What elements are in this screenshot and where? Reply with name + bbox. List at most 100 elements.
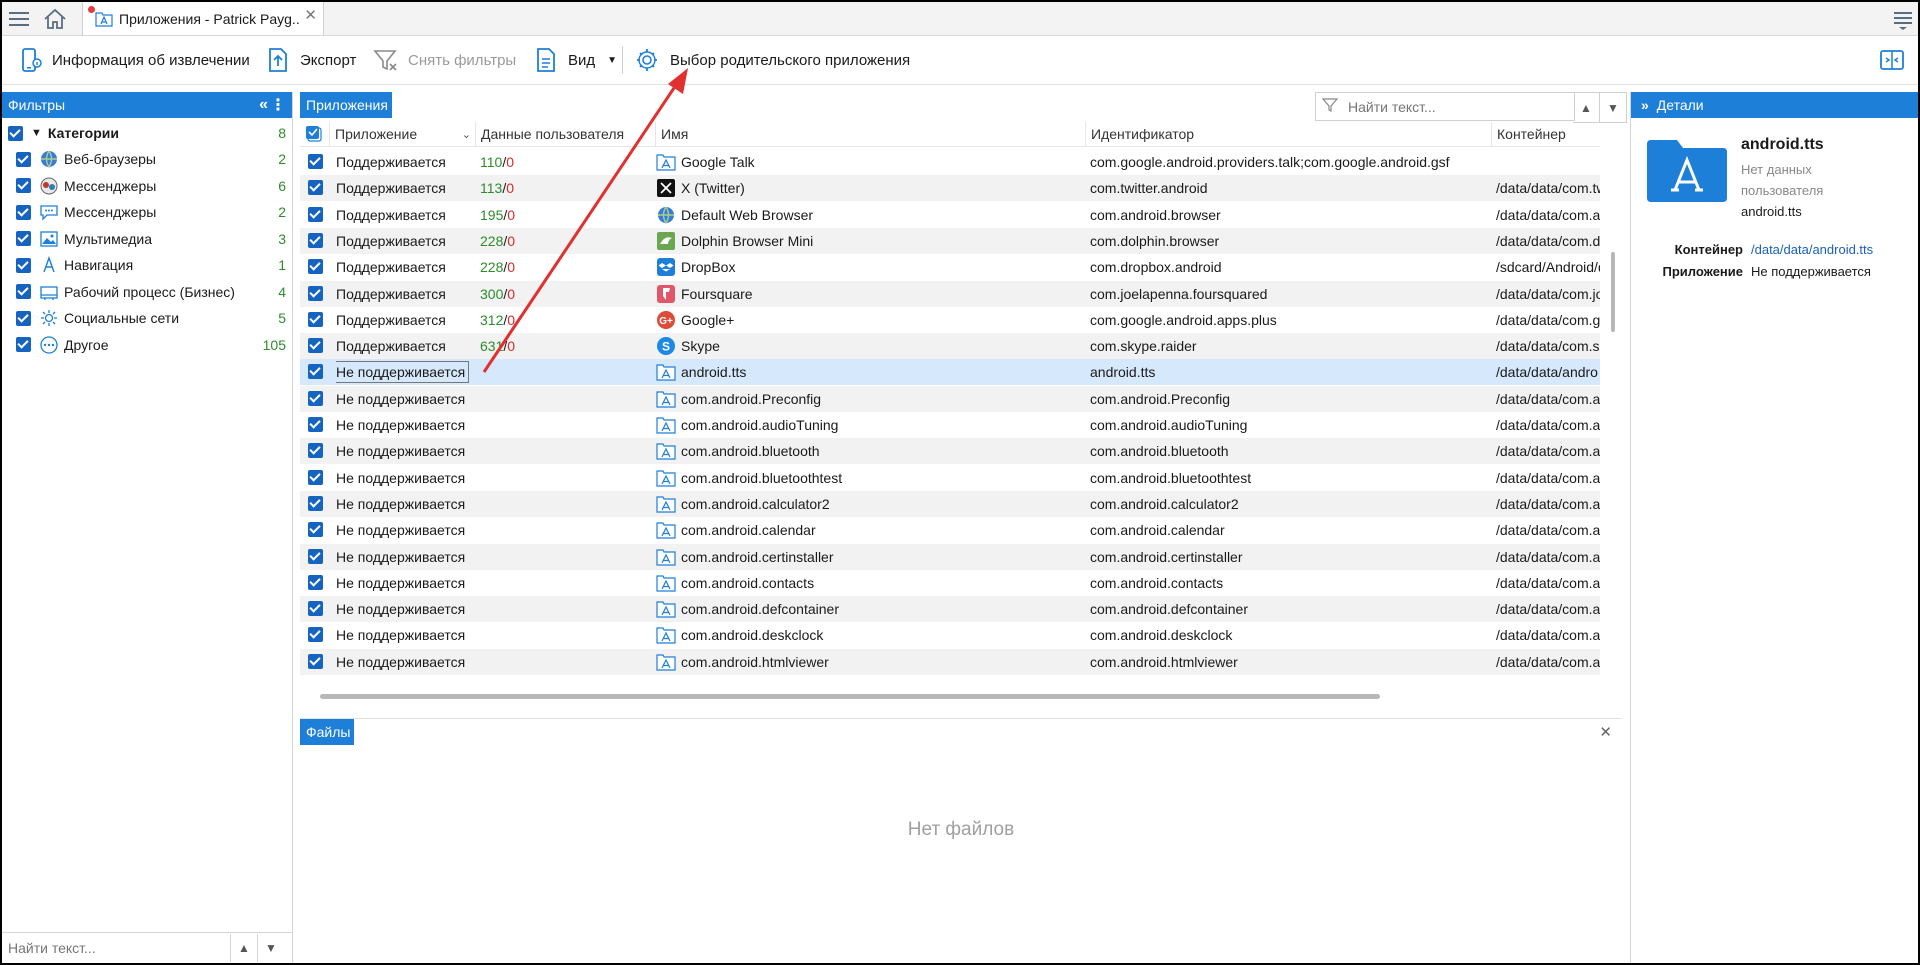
row-checkbox[interactable] (308, 180, 323, 196)
filter-checkbox[interactable] (16, 151, 31, 167)
filter-category-item[interactable]: Мессенджеры 6 (2, 173, 292, 199)
filter-checkbox[interactable] (16, 337, 31, 352)
filter-category-item[interactable]: Социальные сети 5 (2, 305, 292, 331)
table-row[interactable]: Не поддерживается com.android.calendar com… (300, 517, 1600, 543)
parent-app-button[interactable]: Выбор родительского приложения (634, 44, 910, 76)
row-checkbox[interactable] (308, 601, 323, 617)
row-checkbox[interactable] (308, 311, 323, 327)
row-checkbox[interactable] (308, 443, 323, 459)
app-name: DropBox (681, 259, 736, 276)
row-checkbox[interactable] (308, 548, 323, 564)
filter-category-item[interactable]: Рабочий процесс (Бизнес) 4 (2, 279, 292, 305)
table-row[interactable]: Поддерживается 631/0 S Skype com.skype.raide… (300, 333, 1600, 360)
table-row[interactable]: Поддерживается 228/0 Dolphin Browser Mini c… (300, 227, 1600, 254)
column-header-app[interactable]: Приложение ⌄ (330, 122, 476, 146)
filter-checkbox[interactable] (16, 284, 31, 299)
row-checkbox[interactable] (308, 522, 323, 538)
filter-category-item[interactable]: Мультимедиа 3 (2, 226, 292, 252)
table-row[interactable]: Не поддерживается com.android.bluetoothte… (300, 465, 1600, 491)
row-checkbox[interactable] (308, 653, 323, 669)
table-row[interactable]: Поддерживается 312/0 G+ Google+ com.google.a… (300, 307, 1600, 333)
chevron-down-icon[interactable]: ⌄ (462, 128, 471, 141)
row-checkbox[interactable] (308, 259, 323, 275)
apps-search-input[interactable] (1346, 97, 1560, 116)
filter-category-item[interactable]: Мессенджеры 2 (2, 199, 292, 225)
table-row[interactable]: Поддерживается 228/0 DropBox com.dropbox.an… (300, 254, 1600, 280)
app-identifier: com.android.certinstaller (1090, 548, 1243, 565)
row-checkbox[interactable] (308, 627, 323, 643)
table-row[interactable]: Не поддерживается com.android.Preconfig co… (300, 385, 1600, 412)
table-row[interactable]: Поддерживается 110/0 Google Talk com.google… (300, 149, 1600, 175)
table-row[interactable]: Поддерживается 113/0 X (Twitter) com.twitte… (300, 175, 1600, 202)
table-row[interactable]: Поддерживается 300/0 Foursquare com.joelape… (300, 280, 1600, 307)
row-checkbox[interactable] (308, 232, 323, 248)
row-checkbox[interactable] (308, 574, 323, 590)
column-header-name[interactable]: Имя (656, 122, 1086, 146)
window-menu-icon[interactable] (1890, 6, 1916, 32)
row-checkbox[interactable] (308, 285, 323, 301)
close-icon[interactable]: ✕ (1599, 723, 1612, 741)
row-checkbox[interactable] (308, 495, 323, 511)
table-row[interactable]: Не поддерживается com.android.bluetooth co… (300, 438, 1600, 465)
filter-checkbox[interactable] (16, 178, 31, 193)
tab-applications[interactable]: Приложения - Patrick Payg... ✕ (82, 2, 324, 35)
search-next-icon[interactable]: ▼ (1600, 92, 1627, 123)
app-name: Google Talk (681, 154, 755, 170)
view-dropdown-button[interactable]: Вид ▼ (532, 44, 617, 76)
table-row[interactable]: Не поддерживается android.tts android.tts /… (300, 359, 1600, 386)
table-row[interactable]: Не поддерживается com.android.certinstall… (300, 543, 1600, 570)
chevron-down-icon[interactable]: ▼ (31, 127, 42, 139)
vertical-scrollbar[interactable] (1611, 252, 1615, 332)
row-checkbox[interactable] (308, 338, 323, 354)
home-icon[interactable] (42, 6, 68, 32)
name-cell: com.android.contacts (656, 570, 1080, 596)
row-checkbox[interactable] (308, 417, 323, 432)
extraction-info-button[interactable]: Информация об извлечении (16, 44, 250, 76)
clear-filters-button[interactable]: Снять фильтры (372, 44, 516, 76)
select-all-checkbox[interactable] (300, 122, 330, 146)
hamburger-menu-icon[interactable] (6, 6, 32, 32)
filter-category-item[interactable]: Другое 105 (2, 332, 292, 358)
filter-checkbox[interactable] (16, 231, 31, 246)
row-checkbox[interactable] (308, 206, 323, 222)
filter-category-item[interactable]: Веб-браузеры 2 (2, 146, 292, 172)
table-row[interactable]: Не поддерживается com.android.defcontaine… (300, 596, 1600, 623)
app-container: /data/data/com.jo (1496, 285, 1600, 302)
filter-checkbox[interactable] (16, 310, 31, 326)
expand-right-icon[interactable]: » (1641, 97, 1649, 113)
table-row[interactable]: Не поддерживается com.android.deskclock co… (300, 622, 1600, 648)
details-container-link[interactable]: /data/data/android.tts (1751, 242, 1873, 257)
column-header-container[interactable]: Контейнер (1492, 122, 1600, 146)
view-label: Вид (568, 51, 596, 69)
filter-category-item[interactable]: Навигация 1 (2, 252, 292, 278)
column-header-userdata[interactable]: Данные пользователя (476, 122, 656, 146)
search-prev-icon[interactable]: ▲ (1573, 92, 1600, 123)
horizontal-scrollbar[interactable] (320, 694, 1380, 699)
panel-toggle-button[interactable] (1878, 44, 1914, 76)
export-label: Экспорт (300, 51, 357, 69)
table-row[interactable]: Не поддерживается com.android.contacts com… (300, 570, 1600, 596)
app-identifier: com.android.bluetoothtest (1090, 469, 1252, 486)
app-identifier: com.android.bluetooth (1090, 443, 1229, 460)
table-row[interactable]: Не поддерживается com.android.htmlviewer c… (300, 648, 1600, 675)
tab-close-icon[interactable]: ✕ (304, 6, 317, 24)
filter-checkbox[interactable] (16, 204, 31, 220)
filter-checkbox[interactable] (16, 257, 31, 273)
filter-categories-row[interactable]: ▼ Категории 8 (2, 120, 292, 146)
table-row[interactable]: Не поддерживается com.android.audioTuning… (300, 412, 1600, 438)
more-vertical-icon[interactable]: ⋮ (270, 95, 286, 115)
categories-checkbox[interactable] (8, 125, 23, 141)
row-checkbox[interactable] (308, 390, 323, 406)
search-next-icon[interactable]: ▼ (257, 934, 284, 962)
table-row[interactable]: Поддерживается 195/0 Default Web Browser co… (300, 202, 1600, 228)
export-button[interactable]: Экспорт (264, 44, 356, 76)
filters-search-input[interactable] (6, 939, 230, 957)
row-checkbox[interactable] (308, 364, 323, 380)
table-row[interactable]: Не поддерживается com.android.calculator2… (300, 490, 1600, 517)
collapse-left-icon[interactable]: « (259, 96, 268, 114)
row-checkbox[interactable] (308, 154, 323, 169)
column-header-id[interactable]: Идентификатор (1086, 122, 1492, 146)
name-cell: Dolphin Browser Mini (656, 228, 1080, 254)
search-prev-icon[interactable]: ▲ (230, 934, 257, 962)
row-checkbox[interactable] (308, 469, 323, 485)
